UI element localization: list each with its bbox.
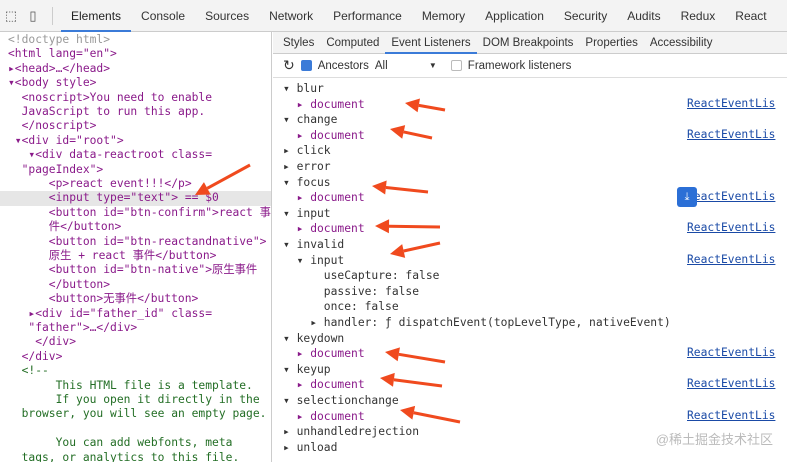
dom-node-line[interactable]: 原生 + react 事件</button> <box>0 249 271 263</box>
sidebar-tab-dom-breakpoints[interactable]: DOM Breakpoints <box>477 32 580 54</box>
dom-node-line[interactable]: </div> <box>0 335 271 349</box>
dom-node-line[interactable]: <!-- <box>0 364 271 378</box>
dom-node-line[interactable]: ▸<head>…</head> <box>0 62 271 76</box>
ancestors-checkbox[interactable] <box>300 60 312 71</box>
sidebar-tabs: Styles Computed Event Listeners DOM Breakpo… <box>273 32 787 54</box>
listener-property: once: false <box>283 300 399 314</box>
dom-node-line[interactable]: <button id="btn-native">原生事件 <box>0 263 271 277</box>
listener-source-link[interactable]: ReactEventLis <box>687 377 775 390</box>
event-type[interactable]: ▾ change <box>273 112 787 128</box>
listener-source-link[interactable]: ReactEventLis <box>687 128 775 141</box>
dom-node-line[interactable]: <button id="btn-confirm">react 事 <box>0 206 271 220</box>
dom-node-line[interactable]: This HTML file is a template. <box>0 379 271 393</box>
ancestors-label: Ancestors <box>317 59 369 72</box>
dom-node-line[interactable]: ▾<div id="root"> <box>0 134 271 148</box>
event-type[interactable]: ▾ input <box>273 206 787 222</box>
dom-node-line[interactable]: tags, or analytics to this file. <box>0 451 271 462</box>
elements-tree: <!doctype html> <html lang="en"> ▸<head>…<… <box>0 32 272 462</box>
dom-node-line[interactable]: <input type="text"> == $0 <box>0 191 271 206</box>
listener-property: passive: false <box>283 284 420 298</box>
event-type[interactable]: ▾ invalid <box>273 237 787 253</box>
dom-node-line[interactable]: 件</button> <box>0 220 271 234</box>
dom-node-line[interactable]: If you open it directly in the <box>0 393 271 407</box>
tab-security[interactable]: Security <box>554 0 617 32</box>
sidebar-tab-styles[interactable]: Styles <box>277 32 320 54</box>
tab-console[interactable]: Console <box>131 0 195 32</box>
tab-audits[interactable]: Audits <box>617 0 670 32</box>
extension-icon[interactable]: ⤓ <box>677 187 697 207</box>
dom-node-line[interactable]: You can add webfonts, meta <box>0 436 271 450</box>
dom-node-line[interactable]: browser, you will see an empty page. <box>0 407 271 421</box>
dom-node-line[interactable]: <p>react event!!!</p> <box>0 177 271 191</box>
tab-redux[interactable]: Redux <box>671 0 726 32</box>
dom-node-line[interactable]: <button>无事件</button> <box>0 292 271 306</box>
event-type[interactable]: ▸ click <box>273 143 787 159</box>
dropdown-arrow-icon[interactable]: ▼ <box>429 61 437 70</box>
listener-property: ▸ handler: ƒ dispatchEvent(topLevelType,… <box>283 316 671 329</box>
dom-node-line[interactable]: <noscript>You need to enable <box>0 91 271 105</box>
sidebar-tab-accessibility[interactable]: Accessibility <box>644 32 719 54</box>
dom-node-line[interactable]: ▸<div id="father_id" class= <box>0 307 271 321</box>
dom-node-line[interactable]: <button id="btn-reactandnative"> <box>0 235 271 249</box>
event-type[interactable]: ▾ selectionchange <box>273 393 787 409</box>
inspect-element-icon[interactable]: ⬚ <box>0 8 22 24</box>
framework-listeners-checkbox[interactable] <box>450 60 462 71</box>
tab-react[interactable]: React <box>725 0 776 32</box>
dom-node-line[interactable]: </div> <box>0 350 271 364</box>
dom-node-line[interactable]: ▾<body style> <box>0 76 271 90</box>
listener-source-link[interactable]: ReactEventLis <box>687 221 775 234</box>
dom-node-line[interactable]: ▾<div data-reactroot class= <box>0 148 271 162</box>
filter-select[interactable]: All <box>375 60 423 72</box>
listener-source-link[interactable]: ReactEventLis <box>687 409 775 422</box>
event-type[interactable]: ▾ keyup <box>273 362 787 378</box>
listener-source-link[interactable]: ReactEventLis <box>687 253 775 266</box>
devtools-tabbar: ⬚ ▯ Elements Console Sources Network Perform… <box>0 0 787 32</box>
event-type[interactable]: ▾ focus <box>273 175 787 191</box>
listener-property: useCapture: false <box>283 269 440 283</box>
event-type[interactable]: ▸ error <box>273 159 787 175</box>
event-listeners-toolbar: ↻ Ancestors All ▼ Framework listeners <box>273 54 787 78</box>
sidebar-tab-event-listeners[interactable]: Event Listeners <box>385 32 477 54</box>
listener-source-link[interactable]: ReactEventLis <box>687 346 775 359</box>
listener-source-link[interactable]: ReactEventLis <box>687 97 775 110</box>
tab-memory[interactable]: Memory <box>412 0 475 32</box>
device-toolbar-icon[interactable]: ▯ <box>22 8 44 24</box>
dom-node-line[interactable]: <!doctype html> <box>0 33 271 47</box>
dom-node-line[interactable]: "father">…</div> <box>0 321 271 335</box>
dom-node-line[interactable]: </button> <box>0 278 271 292</box>
dom-node-line[interactable] <box>0 422 271 436</box>
dom-node-line[interactable]: "pageIndex"> <box>0 163 271 177</box>
sidebar-pane: Styles Computed Event Listeners DOM Breakpo… <box>273 32 787 462</box>
sidebar-tab-properties[interactable]: Properties <box>579 32 643 54</box>
tab-sources[interactable]: Sources <box>195 0 259 32</box>
tab-elements[interactable]: Elements <box>61 0 132 32</box>
divider <box>52 6 53 25</box>
listener-source-link[interactable]: ReactEventLis <box>687 190 775 203</box>
dom-node-line[interactable]: </noscript> <box>0 119 271 133</box>
event-type[interactable]: ▾ blur <box>273 81 787 97</box>
sidebar-tab-computed[interactable]: Computed <box>320 32 385 54</box>
dom-node-line[interactable]: JavaScript to run this app. <box>0 105 271 119</box>
framework-listeners-label: Framework listeners <box>467 59 572 72</box>
tab-performance[interactable]: Performance <box>323 0 412 32</box>
refresh-icon[interactable]: ↻ <box>283 57 295 74</box>
dom-node-line[interactable]: <html lang="en"> <box>0 47 271 61</box>
tab-network[interactable]: Network <box>259 0 323 32</box>
event-type[interactable]: ▾ keydown <box>273 331 787 347</box>
watermark: @稀土掘金技术社区 <box>655 432 773 447</box>
tab-application[interactable]: Application <box>475 0 554 32</box>
